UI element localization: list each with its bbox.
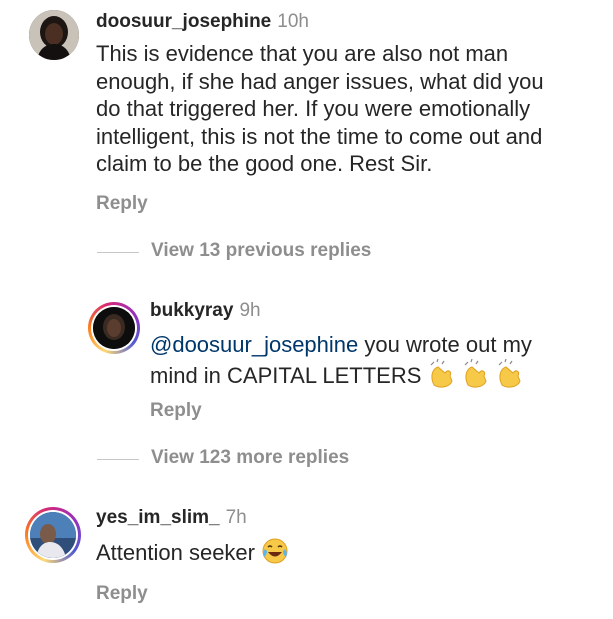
comment-line: do that triggered her. If you were emoti…	[96, 96, 531, 121]
view-more-replies-button[interactable]: View 123 more replies	[151, 447, 349, 469]
reply-line: @doosuur_josephine you wrote out my	[150, 331, 610, 359]
reply-time: 9h	[239, 300, 261, 321]
reply-line-rest: you wrote out my	[358, 332, 532, 357]
comment-username[interactable]: doosuur_josephine	[96, 11, 271, 32]
reply-line-2: mind in CAPITAL LETTERS	[150, 362, 422, 388]
reply-button[interactable]: Reply	[96, 193, 148, 215]
clapping-hands-icon	[428, 358, 528, 396]
reply-header: bukkyray 9h	[150, 300, 261, 322]
avatar-yes-im-slim	[30, 512, 76, 558]
comment-line: This is evidence that you are also not m…	[96, 41, 509, 66]
comment-username[interactable]: yes_im_slim_	[96, 507, 220, 528]
comment-line: enough, if she had anger issues, what di…	[96, 68, 544, 94]
view-previous-replies-button[interactable]: View 13 previous replies	[151, 240, 371, 262]
avatar-photo-icon	[30, 512, 76, 558]
reply-button[interactable]: Reply	[150, 400, 202, 422]
comment-time: 10h	[277, 11, 309, 32]
mention-link[interactable]: @doosuur_josephine	[150, 332, 358, 357]
comment-line: intelligent, this is not the time to com…	[96, 123, 543, 149]
comment-header: doosuur_josephine 10h	[96, 11, 309, 33]
avatar-photo-icon	[29, 10, 79, 60]
reply-line: mind in CAPITAL LETTERS	[150, 358, 610, 396]
comment-text: Attention seeker	[96, 537, 289, 572]
thread-divider	[97, 252, 139, 253]
comment-header: yes_im_slim_ 7h	[96, 507, 247, 529]
comment-time: 7h	[225, 507, 247, 528]
comment-text: This is evidence that you are also not m…	[96, 40, 606, 178]
avatar-ring[interactable]	[88, 302, 140, 354]
reply-username[interactable]: bukkyray	[150, 300, 233, 321]
reply-text: @doosuur_josephine you wrote out my mind…	[150, 331, 610, 395]
tears-of-joy-icon	[261, 537, 289, 572]
comment-line: claim to be the good one. Rest Sir.	[96, 151, 433, 176]
avatar-bukkyray	[93, 307, 135, 349]
avatar-ring[interactable]	[25, 507, 81, 563]
reply-button[interactable]: Reply	[96, 583, 148, 605]
thread-divider	[97, 459, 139, 460]
avatar-photo-icon	[93, 307, 135, 349]
avatar-doosuur[interactable]	[29, 10, 79, 60]
comment-line: Attention seeker	[96, 540, 255, 566]
